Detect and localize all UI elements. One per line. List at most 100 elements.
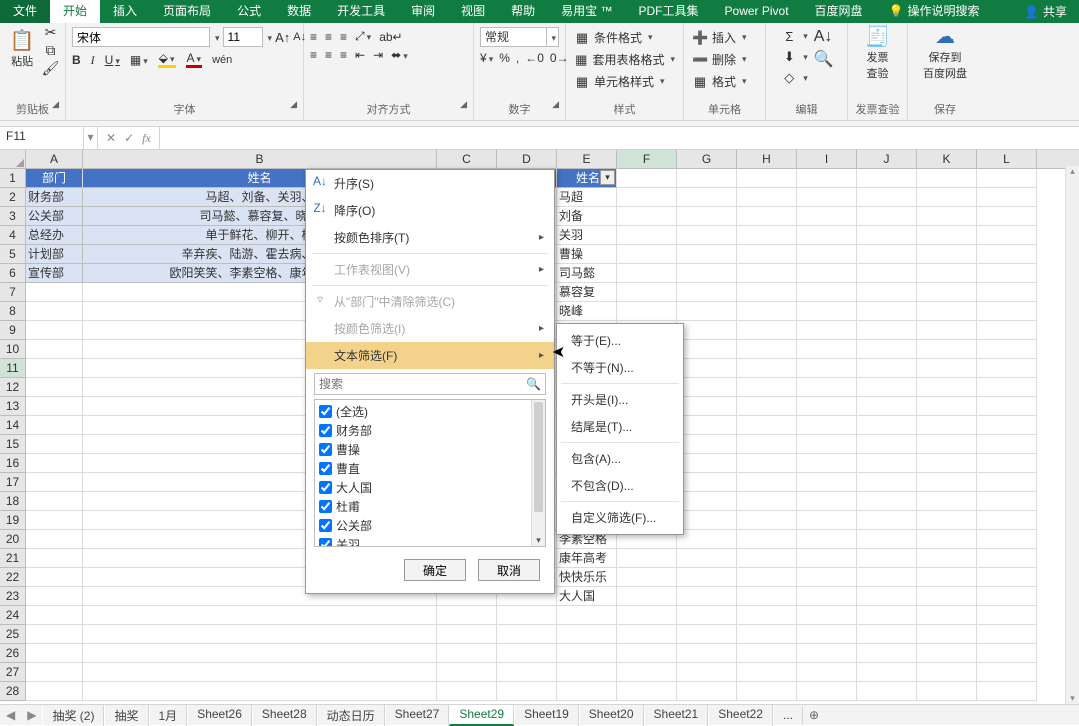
cell[interactable] <box>797 283 857 302</box>
cell[interactable] <box>917 549 977 568</box>
cell[interactable] <box>977 663 1037 682</box>
select-all-corner[interactable] <box>0 150 26 168</box>
cell[interactable] <box>26 321 83 340</box>
number-format-dropdown[interactable] <box>547 27 559 47</box>
cell[interactable] <box>617 682 677 701</box>
menu-file[interactable]: 文件 <box>0 0 50 23</box>
cell[interactable] <box>26 340 83 359</box>
menu-powerpivot[interactable]: Power Pivot <box>712 0 802 23</box>
cut-icon[interactable]: ✂ <box>42 25 60 39</box>
cell[interactable] <box>26 416 83 435</box>
cell[interactable] <box>83 606 437 625</box>
cell[interactable] <box>497 663 557 682</box>
clipboard-dialog-launcher[interactable]: ◢ <box>52 99 59 110</box>
cell[interactable] <box>677 530 737 549</box>
cell[interactable] <box>617 207 677 226</box>
cell[interactable] <box>737 473 797 492</box>
row-header[interactable]: 13 <box>0 397 26 416</box>
cell[interactable] <box>677 169 737 188</box>
cell[interactable] <box>857 663 917 682</box>
cell[interactable] <box>26 530 83 549</box>
cell[interactable]: 司马懿 <box>557 264 617 283</box>
cell[interactable] <box>797 397 857 416</box>
cell[interactable] <box>677 378 737 397</box>
cell[interactable] <box>977 169 1037 188</box>
cell[interactable] <box>737 492 797 511</box>
row-header[interactable]: 23 <box>0 587 26 606</box>
cell[interactable] <box>26 454 83 473</box>
filter-item-checkbox[interactable] <box>319 538 332 547</box>
cell[interactable]: 刘备 <box>557 207 617 226</box>
cell[interactable] <box>797 454 857 473</box>
fill-color-button[interactable]: ⬙ <box>158 52 176 68</box>
sort-descending-item[interactable]: Z↓ 降序(O) <box>306 197 554 224</box>
paste-button[interactable]: 📋 粘贴 <box>6 29 39 71</box>
row-header[interactable]: 9 <box>0 321 26 340</box>
col-header-F[interactable]: F <box>617 150 677 168</box>
cell[interactable] <box>917 302 977 321</box>
row-header[interactable]: 7 <box>0 283 26 302</box>
cell[interactable] <box>737 663 797 682</box>
col-header-J[interactable]: J <box>857 150 917 168</box>
clear-button[interactable]: ◇ <box>779 69 810 87</box>
enter-formula-icon[interactable]: ✓ <box>124 131 134 145</box>
formula-bar[interactable] <box>160 127 1079 149</box>
cell[interactable] <box>737 549 797 568</box>
copy-icon[interactable]: ⧉ <box>42 43 60 57</box>
cell[interactable] <box>437 663 497 682</box>
cell[interactable]: 康年高考 <box>557 549 617 568</box>
cell[interactable] <box>677 454 737 473</box>
cell[interactable] <box>677 302 737 321</box>
cell[interactable] <box>977 245 1037 264</box>
cell[interactable] <box>26 644 83 663</box>
cell[interactable] <box>977 454 1037 473</box>
filter-search-box[interactable]: 🔍 <box>314 373 546 395</box>
cell[interactable] <box>977 625 1037 644</box>
cell[interactable] <box>857 511 917 530</box>
orientation-icon[interactable]: ⤢ <box>355 29 371 44</box>
cell[interactable] <box>737 245 797 264</box>
cell[interactable] <box>557 625 617 644</box>
wrap-text-icon[interactable]: ab↵ <box>379 30 402 44</box>
col-header-D[interactable]: D <box>497 150 557 168</box>
cell[interactable] <box>677 625 737 644</box>
sheet-tabs-more[interactable]: ... <box>773 706 803 724</box>
cell[interactable] <box>737 568 797 587</box>
cell[interactable] <box>557 663 617 682</box>
begins-with-item[interactable]: 开头是(I)... <box>557 386 683 413</box>
cell[interactable] <box>437 644 497 663</box>
menu-page-layout[interactable]: 页面布局 <box>150 0 224 23</box>
cell[interactable] <box>917 359 977 378</box>
cell[interactable] <box>617 264 677 283</box>
cell[interactable] <box>26 663 83 682</box>
text-filter-item[interactable]: 文本筛选(F)▸ <box>306 342 554 369</box>
cell[interactable] <box>26 625 83 644</box>
menu-insert[interactable]: 插入 <box>100 0 150 23</box>
cell[interactable] <box>737 587 797 606</box>
cell[interactable] <box>977 473 1037 492</box>
cell[interactable] <box>857 226 917 245</box>
cell[interactable] <box>917 587 977 606</box>
cell[interactable] <box>677 359 737 378</box>
share-button[interactable]: 👤 共享 <box>1012 0 1079 23</box>
format-cells-button[interactable]: ▦格式 <box>690 72 759 91</box>
cell[interactable] <box>917 188 977 207</box>
cell[interactable] <box>677 644 737 663</box>
cell[interactable] <box>917 340 977 359</box>
cell[interactable] <box>617 568 677 587</box>
name-box[interactable]: F11 <box>0 127 84 149</box>
cell[interactable] <box>677 682 737 701</box>
cell[interactable]: 马超 <box>557 188 617 207</box>
cell[interactable] <box>737 397 797 416</box>
filter-cancel-button[interactable]: 取消 <box>478 559 540 581</box>
cell[interactable] <box>917 663 977 682</box>
cell[interactable] <box>977 606 1037 625</box>
border-button[interactable]: ▦ <box>130 53 148 67</box>
cell[interactable] <box>917 397 977 416</box>
cell[interactable] <box>26 587 83 606</box>
filter-item-checkbox[interactable] <box>319 424 332 437</box>
cell[interactable] <box>557 682 617 701</box>
row-header[interactable]: 3 <box>0 207 26 226</box>
cell[interactable] <box>677 188 737 207</box>
filter-item-checkbox[interactable] <box>319 443 332 456</box>
